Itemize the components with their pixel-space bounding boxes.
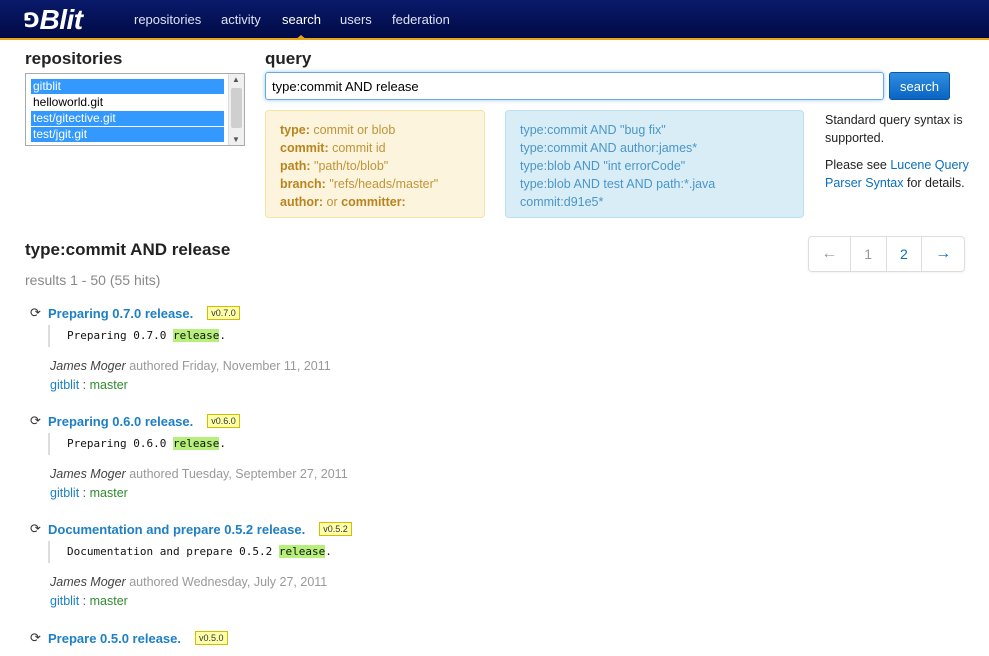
commit-refresh-icon: ⟳ [30,630,41,646]
repo-link[interactable]: gitblit [50,594,79,608]
result-author-line: James Moger authored Friday, November 11… [50,359,331,373]
nav-repositories[interactable]: repositories [134,12,201,27]
query-input[interactable] [265,72,884,100]
scroll-thumb[interactable] [231,88,242,128]
brand-name: Blit [39,4,84,35]
search-highlight: release [278,545,326,558]
author-name: James Moger [50,359,126,373]
nav-search[interactable]: search [282,12,321,27]
results-title: type:commit AND release [25,240,231,259]
pager-page-1[interactable]: 1 [851,237,887,271]
result-title-link[interactable]: Preparing 0.7.0 release. [48,306,193,321]
help-line-type: type: commit or blob [280,123,396,137]
repo-option-gitblit[interactable]: gitblit [31,79,224,94]
commit-message: Preparing 0.7.0 release. [48,325,226,347]
help-line-branch: branch: "refs/heads/master" [280,177,439,191]
example-query[interactable]: type:blob AND "int errorCode" [520,157,789,175]
gitblit-logo-icon: ⅁ [24,8,39,32]
results-count: results 1 - 50 (55 hits) [25,272,161,288]
result-author-line: James Moger authored Tuesday, September … [50,467,348,481]
pagination: ← 1 2 → [808,236,965,272]
tag-badge[interactable]: v0.7.0 [207,306,240,320]
pager-prev-button[interactable]: ← [809,237,851,271]
repo-option-gitective[interactable]: test/gitective.git [31,111,224,126]
repo-link[interactable]: gitblit [50,486,79,500]
commit-refresh-icon: ⟳ [30,305,41,321]
pager-next-button[interactable]: → [922,237,964,271]
tag-badge[interactable]: v0.6.0 [207,414,240,428]
repo-option-helloworld[interactable]: helloworld.git [31,95,224,110]
repository-select-list[interactable]: gitblit helloworld.git test/gitective.gi… [25,73,245,146]
result-author-line: James Moger authored Wednesday, July 27,… [50,575,328,589]
search-highlight: release [172,437,220,450]
result-title-link[interactable]: Preparing 0.6.0 release. [48,414,193,429]
query-heading: query [265,49,312,68]
result-title-link[interactable]: Documentation and prepare 0.5.2 release. [48,522,305,537]
help-line-author: author: or committer: [280,195,406,209]
help-line-commit: commit: commit id [280,141,386,155]
branch-link[interactable]: master [90,594,128,608]
example-query[interactable]: type:blob AND test AND path:*.java [520,175,789,193]
field-syntax-help: type: commit or blob commit: commit id p… [265,110,485,218]
result-title-link[interactable]: Prepare 0.5.0 release. [48,631,181,646]
example-query[interactable]: type:commit AND "bug fix" [520,121,789,139]
search-highlight: release [172,329,220,342]
repo-list-scrollbar[interactable]: ▲ ▼ [228,74,244,145]
result-repo-line: gitblit : master [50,594,128,608]
brand-logo[interactable]: ⅁ Blit [24,4,83,36]
pager-page-2[interactable]: 2 [887,237,923,271]
query-examples: type:commit AND "bug fix" type:commit AN… [505,110,804,218]
result-repo-line: gitblit : master [50,486,128,500]
help-line-path: path: "path/to/blob" [280,159,389,173]
author-name: James Moger [50,575,126,589]
nav-activity[interactable]: activity [221,12,261,27]
commit-refresh-icon: ⟳ [30,521,41,537]
repo-link[interactable]: gitblit [50,378,79,392]
branch-link[interactable]: master [90,486,128,500]
scroll-up-icon[interactable]: ▲ [232,75,240,84]
search-button[interactable]: search [889,72,950,100]
tag-badge[interactable]: v0.5.0 [195,631,228,645]
commit-message: Documentation and prepare 0.5.2 release. [48,541,332,563]
syntax-note-line2: Please see Lucene Query Parser Syntax fo… [825,158,969,190]
example-query[interactable]: type:commit AND author:james* [520,139,789,157]
top-navbar: ⅁ Blit repositories activity search user… [0,0,989,40]
nav-federation[interactable]: federation [392,12,450,27]
commit-refresh-icon: ⟳ [30,413,41,429]
example-query[interactable]: commit:d91e5* [520,193,789,211]
scroll-down-icon[interactable]: ▼ [232,135,240,144]
active-nav-indicator [295,35,307,40]
syntax-note: Standard query syntax is supported. Plea… [825,111,975,201]
author-name: James Moger [50,467,126,481]
tag-badge[interactable]: v0.5.2 [319,522,352,536]
commit-message: Preparing 0.6.0 release. [48,433,226,455]
branch-link[interactable]: master [90,378,128,392]
nav-users[interactable]: users [340,12,372,27]
repositories-heading: repositories [25,49,123,68]
search-result: ⟳ Prepare 0.5.0 release. v0.5.0 [30,629,730,649]
result-repo-line: gitblit : master [50,378,128,392]
repo-option-jgit[interactable]: test/jgit.git [31,127,224,142]
syntax-note-line1: Standard query syntax is supported. [825,113,963,145]
